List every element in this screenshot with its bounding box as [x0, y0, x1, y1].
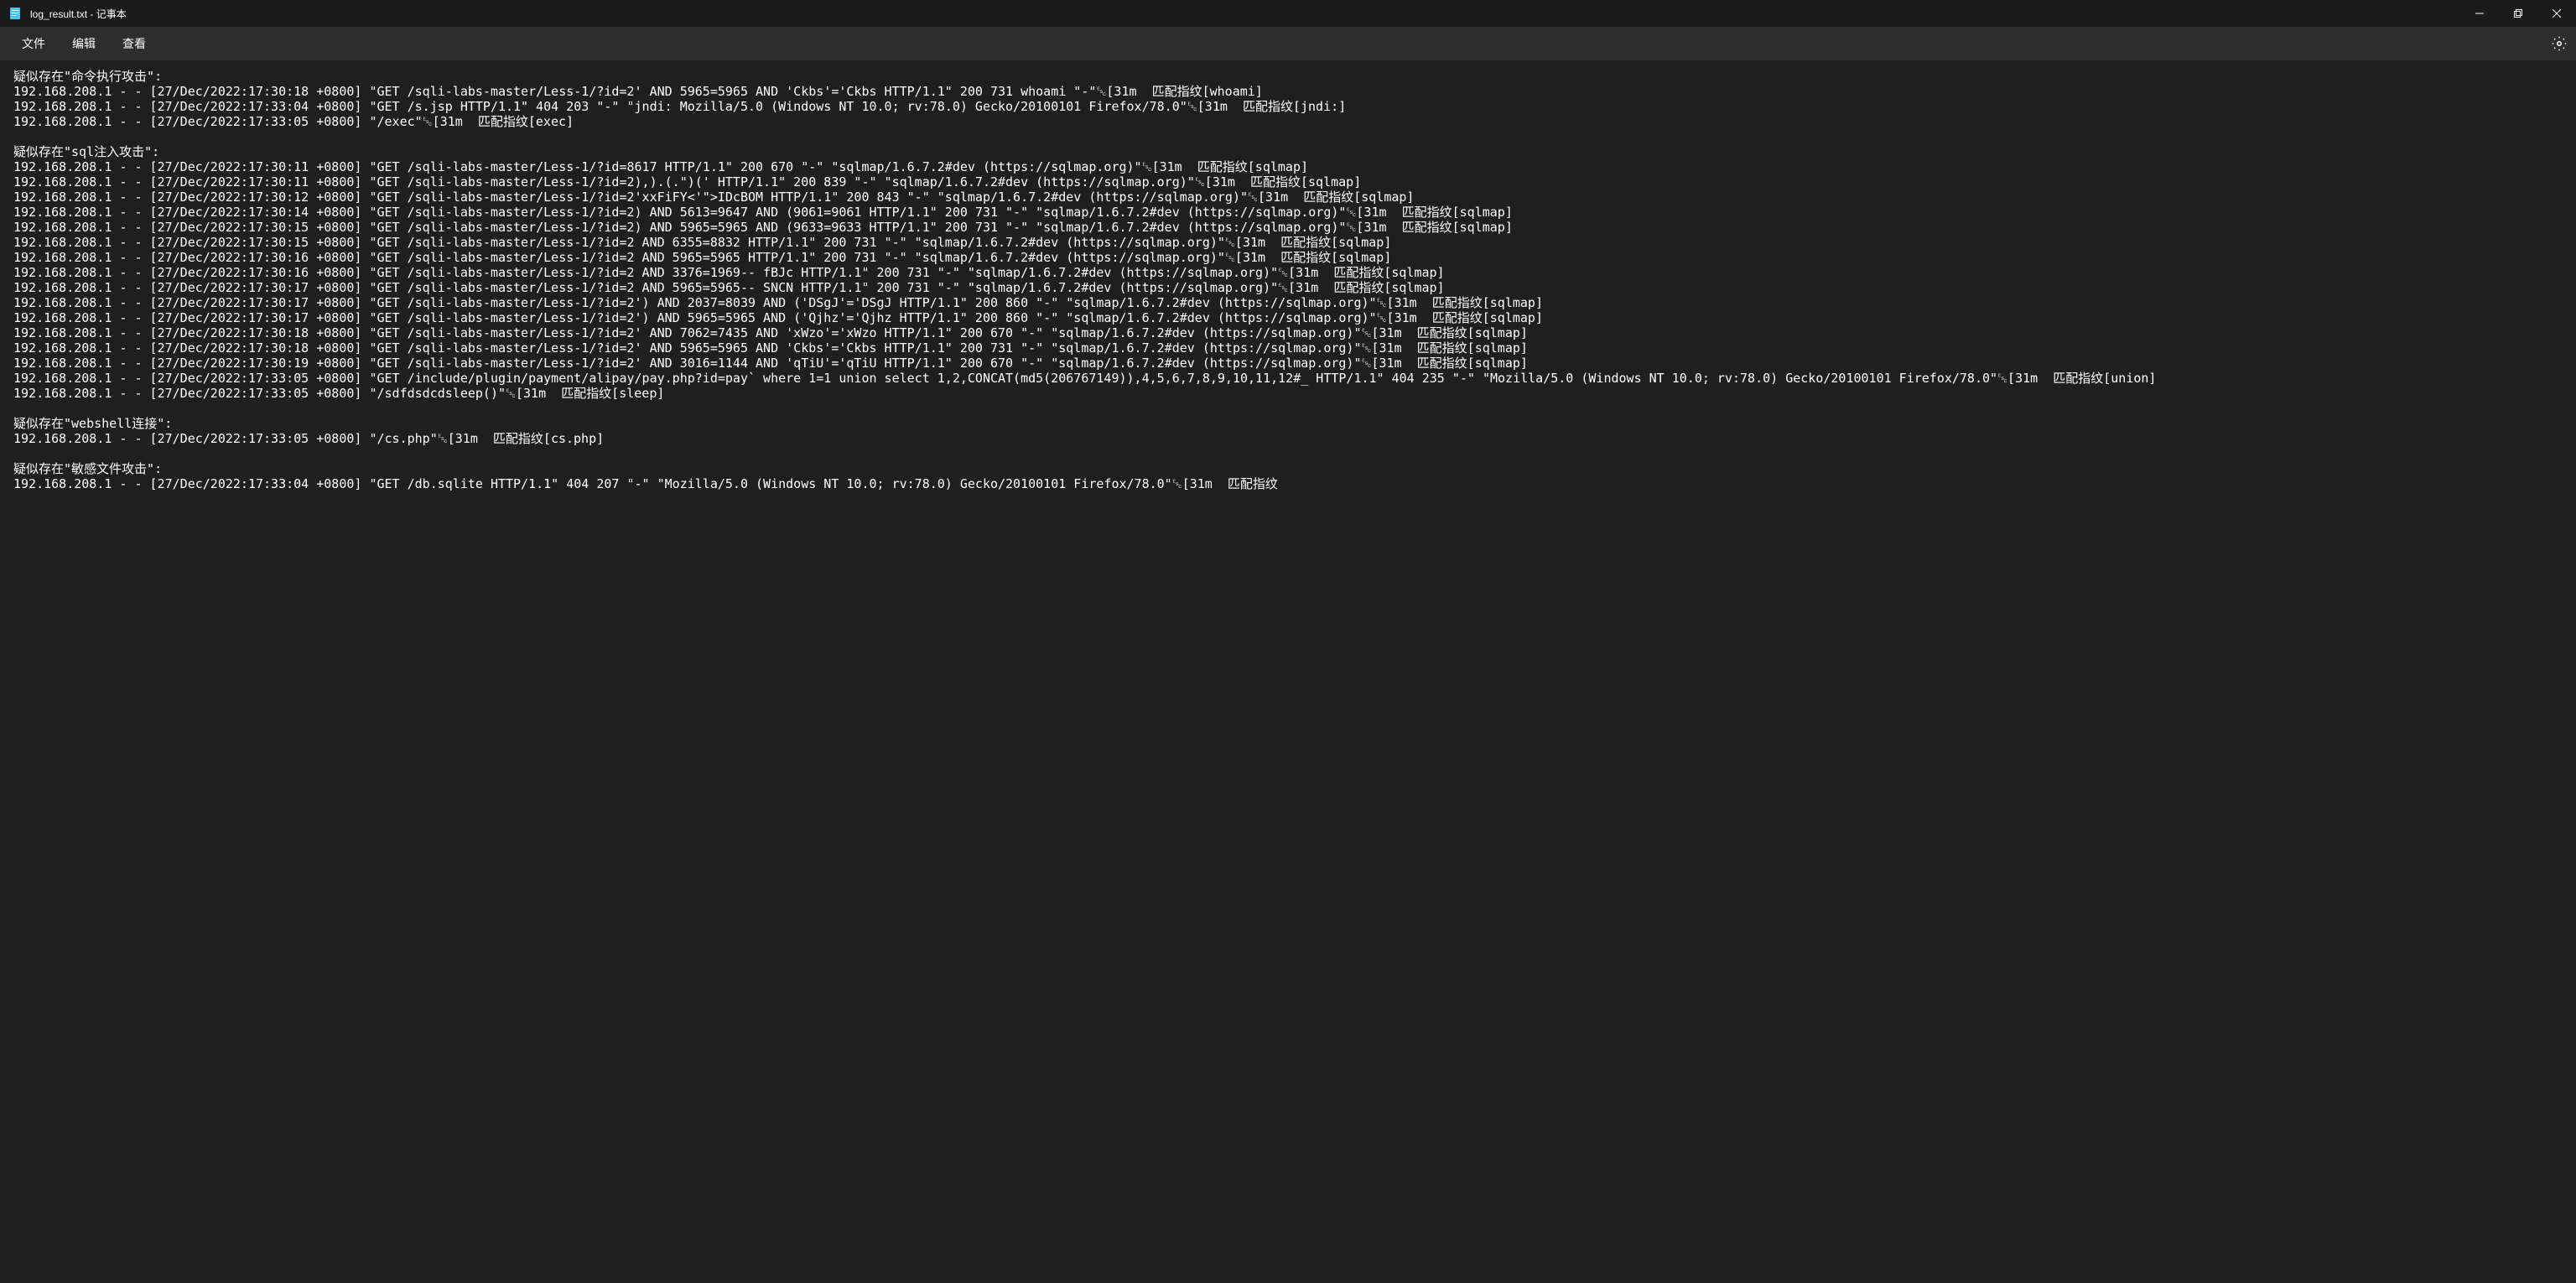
- close-button[interactable]: [2537, 0, 2576, 27]
- menu-file[interactable]: 文件: [8, 30, 59, 57]
- menu-edit[interactable]: 编辑: [59, 30, 109, 57]
- maximize-button[interactable]: [2499, 0, 2537, 27]
- menubar: 文件 编辑 查看: [0, 27, 2576, 60]
- menu-view[interactable]: 查看: [109, 30, 159, 57]
- gear-icon[interactable]: [2551, 35, 2568, 52]
- notepad-icon: [8, 7, 22, 20]
- window-controls: [2460, 0, 2576, 27]
- titlebar: log_result.txt - 记事本: [0, 0, 2576, 27]
- text-content[interactable]: 疑似存在"命令执行攻击": 192.168.208.1 - - [27/Dec/…: [0, 60, 2576, 500]
- minimize-button[interactable]: [2460, 0, 2499, 27]
- window-title: log_result.txt - 记事本: [30, 7, 127, 21]
- text-content-area[interactable]: 疑似存在"命令执行攻击": 192.168.208.1 - - [27/Dec/…: [0, 60, 2576, 1283]
